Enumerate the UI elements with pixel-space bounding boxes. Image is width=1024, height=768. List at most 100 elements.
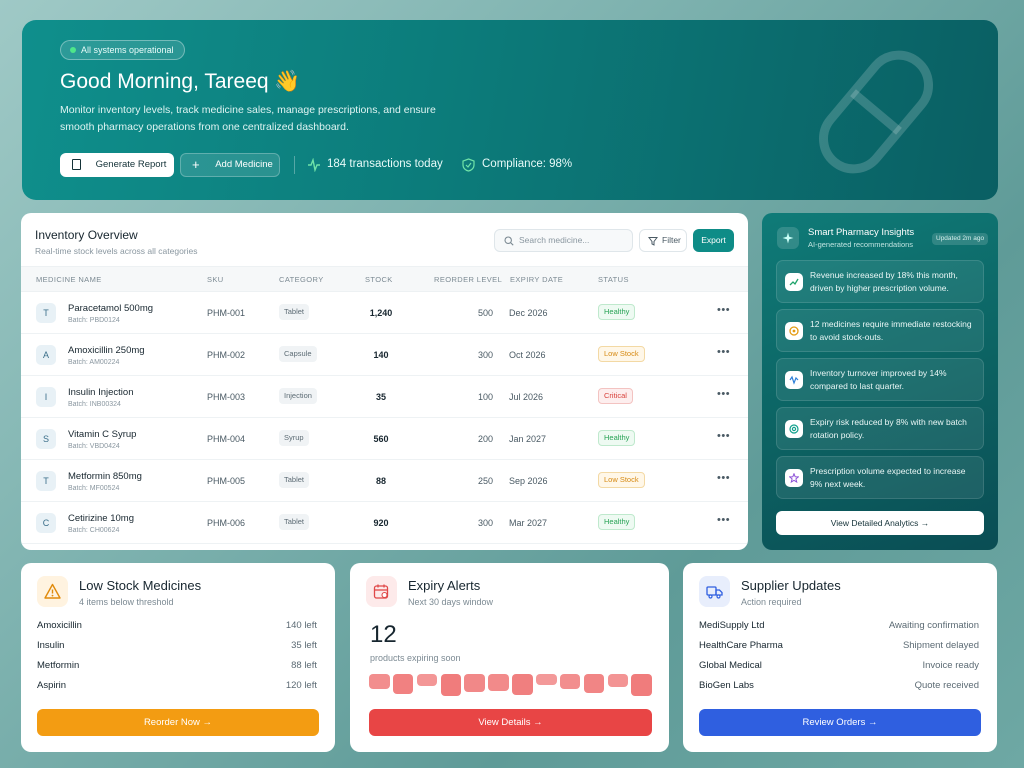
medicine-batch: Batch: INB00324	[68, 401, 121, 408]
col-medicine-name: MEDICINE NAME	[36, 275, 102, 284]
table-row[interactable]: S Vitamin C Syrup Batch: VBD0424 PHM-004 Syr…	[21, 418, 748, 460]
view-details-button[interactable]: View Details →	[369, 709, 652, 736]
medicine-name: Metformin 850mg	[68, 471, 142, 482]
insight-item: Prescription volume expected to increase…	[776, 456, 984, 499]
category-tag: Tablet	[279, 514, 310, 530]
plus-icon: +	[192, 157, 200, 172]
table-row[interactable]: A Amoxicillin 250mg Batch: AM00224 PHM-002 C…	[21, 334, 748, 376]
supplier-status: Invoice ready	[922, 660, 979, 671]
expiring-label: products expiring soon	[370, 653, 461, 663]
col-status: STATUS	[598, 275, 629, 284]
search-input[interactable]: Search medicine...	[494, 229, 633, 252]
insights-title: Smart Pharmacy Insights	[808, 227, 915, 238]
trend-up-icon	[785, 273, 803, 291]
table-row[interactable]: T Metformin 850mg Batch: MF00524 PHM-005 Tab…	[21, 460, 748, 502]
stock-cell: 35	[375, 392, 386, 402]
more-options-icon[interactable]: •••	[717, 388, 730, 400]
medicine-name: Vitamin C Syrup	[68, 429, 137, 440]
expiry-bar	[440, 674, 462, 696]
expiry-subtitle: Next 30 days window	[408, 597, 494, 607]
supplier-status: Awaiting confirmation	[888, 620, 979, 631]
reorder-level-cell: 250	[477, 476, 493, 486]
low-stock-item-value: 88 left	[291, 660, 317, 671]
more-options-icon[interactable]: •••	[717, 472, 730, 484]
status-badge: Critical	[598, 388, 633, 404]
medicine-avatar: C	[36, 513, 56, 533]
more-options-icon[interactable]: •••	[717, 430, 730, 442]
supplier-title: Supplier Updates	[741, 578, 841, 593]
col-reorder-level: REORDER LEVEL	[434, 275, 503, 284]
more-options-icon[interactable]: •••	[717, 514, 730, 526]
status-badge: Low Stock	[598, 346, 645, 362]
inventory-subtitle: Real-time stock levels across all catego…	[35, 246, 198, 256]
review-orders-button[interactable]: Review Orders →	[699, 709, 981, 736]
inventory-overview-card: Inventory Overview Real-time stock level…	[21, 213, 748, 550]
stock-cell: 920	[373, 518, 389, 528]
more-options-icon[interactable]: •••	[717, 346, 730, 358]
truck-icon	[699, 576, 730, 607]
medicine-name: Amoxicillin 250mg	[68, 345, 145, 356]
low-stock-card: Low Stock Medicines 4 items below thresh…	[21, 563, 335, 752]
reorder-level-cell: 100	[477, 392, 493, 402]
insight-item: 12 medicines require immediate restockin…	[776, 309, 984, 352]
expiry-bar	[392, 674, 414, 694]
star-icon	[785, 469, 803, 487]
low-stock-item-name: Amoxicillin	[37, 620, 82, 631]
expiry-bar	[488, 674, 509, 691]
smart-insights-panel: Smart Pharmacy Insights AI-generated rec…	[762, 213, 998, 550]
greeting-title: Good Morning, Tareeq 👋	[60, 70, 301, 93]
document-icon	[72, 159, 81, 170]
low-stock-title: Low Stock Medicines	[79, 578, 202, 593]
filter-icon	[648, 237, 658, 246]
expiry-bar	[512, 674, 533, 695]
alert-circle-icon	[785, 322, 803, 340]
warning-icon	[37, 576, 68, 607]
table-row[interactable]: I Insulin Injection Batch: INB00324 PHM-003…	[21, 376, 748, 418]
add-medicine-button[interactable]: + Add Medicine	[180, 153, 280, 177]
expiry-bar-strip	[369, 674, 652, 696]
medicine-avatar: S	[36, 429, 56, 449]
more-options-icon[interactable]: •••	[717, 304, 730, 316]
low-stock-item-value: 140 left	[285, 620, 317, 631]
expiry-bar	[464, 674, 485, 692]
compliance-stat: Compliance: 98%	[462, 158, 572, 172]
generate-report-button[interactable]: Generate Report	[60, 153, 174, 177]
expiry-date-cell: Sep 2026	[509, 476, 548, 486]
low-stock-item-name: Metformin	[37, 660, 80, 671]
export-button[interactable]: Export	[693, 229, 734, 252]
transactions-stat: 184 transactions today	[308, 158, 443, 172]
expiry-alerts-card: Expiry Alerts Next 30 days window 12 pro…	[350, 563, 669, 752]
expiry-date-cell: Dec 2026	[509, 308, 548, 318]
expiry-bar	[559, 674, 581, 690]
reorder-level-cell: 200	[477, 434, 493, 444]
expiry-bar	[607, 674, 629, 688]
medicine-batch: Batch: CH00624	[68, 527, 120, 534]
col-expiry-date: EXPIRY DATE	[510, 275, 564, 284]
inventory-title: Inventory Overview	[35, 228, 138, 242]
insights-subtitle: AI-generated recommendations	[808, 240, 914, 249]
table-header: MEDICINE NAME SKU CATEGORY STOCK REORDER…	[21, 266, 748, 292]
reorder-now-button[interactable]: Reorder Now →	[37, 709, 319, 736]
supplier-name: MediSupply Ltd	[699, 620, 765, 631]
insight-item: Revenue increased by 18% this month, dri…	[776, 260, 984, 303]
filter-button[interactable]: Filter	[639, 229, 687, 252]
col-sku: SKU	[207, 275, 224, 284]
divider	[294, 156, 295, 174]
reorder-level-cell: 300	[477, 518, 493, 528]
table-row[interactable]: C Cetirizine 10mg Batch: CH00624 PHM-006 Tab…	[21, 502, 748, 544]
sku-cell: PHM-006	[207, 518, 246, 528]
status-badge: Low Stock	[598, 472, 645, 488]
sparkle-icon	[777, 227, 799, 249]
medicine-avatar: T	[36, 471, 56, 491]
low-stock-item-name: Insulin	[37, 640, 65, 651]
supplier-updates-card: Supplier Updates Action required MediSup…	[683, 563, 997, 752]
expiry-date-cell: Oct 2026	[509, 350, 546, 360]
activity-icon	[308, 158, 320, 172]
medicine-name: Paracetamol 500mg	[68, 303, 154, 314]
status-dot-icon	[70, 47, 76, 53]
sku-cell: PHM-005	[207, 476, 246, 486]
table-row[interactable]: T Paracetamol 500mg Batch: PBD0124 PHM-001 T…	[21, 292, 748, 334]
view-detailed-analytics-button[interactable]: View Detailed Analytics →	[776, 511, 984, 535]
medicine-avatar: I	[36, 387, 56, 407]
insight-item: Expiry risk reduced by 8% with new batch…	[776, 407, 984, 450]
